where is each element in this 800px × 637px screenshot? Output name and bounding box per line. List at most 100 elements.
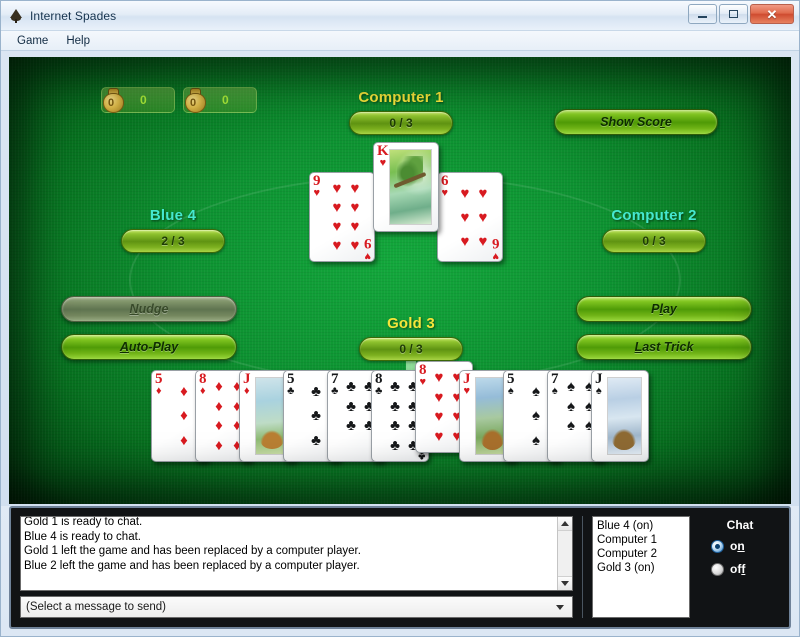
auto-play-button[interactable]: Auto-Play: [61, 334, 237, 360]
chat-controls: Chat on off: [700, 516, 780, 618]
close-icon: ✕: [766, 6, 778, 22]
chat-on-label[interactable]: on: [730, 539, 745, 553]
player-score-north: 0 / 3: [349, 111, 453, 135]
close-button[interactable]: ✕: [750, 4, 794, 24]
player-list-item: Blue 4 (on): [597, 520, 654, 532]
card-corner: 6 ♥: [441, 174, 449, 199]
message-selector-dropdown[interactable]: (Select a message to send): [20, 596, 573, 618]
coin-value-1: 0: [140, 93, 147, 107]
chat-on-radio[interactable]: [711, 539, 724, 553]
card-face-art: [389, 149, 432, 225]
play-button[interactable]: Play: [576, 296, 752, 322]
trick-card-north: K ♥: [373, 142, 439, 232]
card-suit: ♠: [551, 385, 558, 397]
last-trick-button[interactable]: Last Trick: [576, 334, 752, 360]
player-score-west: 2 / 3: [121, 229, 225, 253]
chat-off-radio-row[interactable]: off: [711, 562, 780, 576]
card-suit: ♥: [379, 157, 387, 169]
coin-badge-2: 0 0: [183, 87, 257, 113]
card-suit: ♣: [331, 385, 339, 397]
player-name-north: Computer 1: [358, 89, 444, 106]
chat-right-column: Blue 4 (on) Computer 1 Computer 2 Gold 3…: [592, 516, 780, 618]
chat-section-title: Chat: [726, 518, 754, 532]
panel-divider: [582, 516, 583, 618]
hand-card-10[interactable]: J ♠: [591, 370, 649, 462]
player-list[interactable]: Blue 4 (on) Computer 1 Computer 2 Gold 3…: [592, 516, 690, 618]
player-score-north-value: 0 / 3: [389, 116, 413, 130]
coin-value-2: 0: [222, 93, 229, 107]
minimize-button[interactable]: [688, 4, 717, 24]
player-name-south: Gold 3: [387, 315, 435, 332]
card-corner-br: 9 ♥: [363, 235, 372, 262]
chat-message: Blue 4 is ready to chat.: [24, 530, 141, 543]
player-score-east-value: 0 / 3: [642, 234, 666, 248]
card-suit: ♦: [199, 385, 206, 397]
menu-item-help[interactable]: Help: [57, 33, 99, 49]
card-pips: ♥ ♥ ♥ ♥ ♥ ♥ ♥ ♥: [332, 180, 360, 254]
money-bag-icon: 0: [98, 84, 128, 116]
card-suit: ♥: [419, 376, 427, 388]
maximize-button[interactable]: [719, 4, 748, 24]
play-label: Play: [651, 302, 677, 316]
trick-card-east: 6 ♥ ♥ ♥ ♥ ♥ ♥ ♥ 6 ♥: [437, 172, 503, 262]
chat-message: Gold 1 left the game and has been replac…: [24, 545, 361, 557]
card-suit: ♣: [375, 385, 383, 397]
scroll-down-icon[interactable]: [558, 576, 572, 590]
card-suit: ♥: [313, 187, 321, 199]
auto-play-label: Auto-Play: [119, 340, 179, 354]
chat-message: Gold 1 is ready to chat.: [24, 517, 143, 528]
card-suit-br: ♥: [491, 250, 499, 262]
card-suit-br: ♥: [363, 250, 371, 262]
spade-icon: [8, 8, 24, 24]
window-controls: ✕: [688, 4, 794, 24]
chat-off-radio[interactable]: [711, 562, 724, 576]
player-score-west-value: 2 / 3: [161, 234, 185, 248]
trick-card-west: 9 ♥ ♥ ♥ ♥ ♥ ♥ ♥ ♥ ♥ 9 ♥: [309, 172, 375, 262]
chevron-down-icon[interactable]: [552, 597, 568, 617]
title-bar: Internet Spades ✕: [1, 1, 799, 31]
game-felt: 0 0 0 0 Computer 1 0 / 3 Show Score Blue…: [9, 57, 791, 504]
card-corner: K ♥: [377, 144, 389, 169]
message-selector-value: (Select a message to send): [26, 601, 166, 613]
chat-panel: Gold 1 is ready to chat. Blue 4 is ready…: [9, 506, 791, 629]
player-name-east: Computer 2: [611, 207, 697, 224]
card-suit: ♥: [463, 385, 471, 397]
card-pips: ♥ ♥ ♥ ♥ ♥ ♥: [460, 184, 488, 250]
chat-off-label[interactable]: off: [730, 562, 745, 576]
player-list-item: Gold 3 (on): [597, 562, 655, 574]
card-suit: ♠: [507, 385, 514, 397]
card-suit: ♠: [595, 385, 602, 397]
maximize-icon: [729, 10, 738, 18]
money-bag-icon: 0: [180, 84, 210, 116]
menu-bar: Game Help: [1, 31, 799, 51]
last-trick-label: Last Trick: [634, 340, 694, 354]
card-suit: ♥: [441, 187, 449, 199]
player-score-south-value: 0 / 3: [399, 342, 423, 356]
player-list-item: Computer 2: [597, 548, 658, 560]
show-score-button[interactable]: Show Score: [554, 109, 718, 135]
coin-badge-1: 0 0: [101, 87, 175, 113]
nudge-label: Nudge: [129, 302, 169, 316]
player-score-east: 0 / 3: [602, 229, 706, 253]
scroll-up-icon[interactable]: [558, 517, 572, 531]
card-suit: ♣: [287, 385, 295, 397]
menu-item-game[interactable]: Game: [8, 33, 57, 49]
player-score-south: 0 / 3: [359, 337, 463, 361]
chat-message: Blue 2 left the game and has been replac…: [24, 559, 360, 572]
card-corner: 9 ♥: [313, 174, 321, 199]
card-rank-br: 6: [491, 235, 500, 251]
nudge-button[interactable]: Nudge: [61, 296, 237, 322]
chat-left-column: Gold 1 is ready to chat. Blue 4 is ready…: [20, 516, 573, 618]
chat-scrollbar[interactable]: [557, 517, 572, 590]
chat-messages: Gold 1 is ready to chat. Blue 4 is ready…: [21, 517, 557, 590]
minimize-icon: [698, 16, 707, 18]
chat-on-radio-row[interactable]: on: [711, 539, 780, 553]
card-suit: ♦: [155, 385, 162, 397]
card-face-art: [607, 377, 642, 455]
game-table-area: 0 0 0 0 Computer 1 0 / 3 Show Score Blue…: [1, 51, 799, 506]
app-window: Internet Spades ✕ Game Help 0 0 0 0 Comp…: [0, 0, 800, 637]
window-title: Internet Spades: [30, 8, 117, 23]
chat-log[interactable]: Gold 1 is ready to chat. Blue 4 is ready…: [20, 516, 573, 591]
player-list-item: Computer 1: [597, 534, 658, 546]
card-corner-br: 6 ♥: [491, 235, 500, 262]
